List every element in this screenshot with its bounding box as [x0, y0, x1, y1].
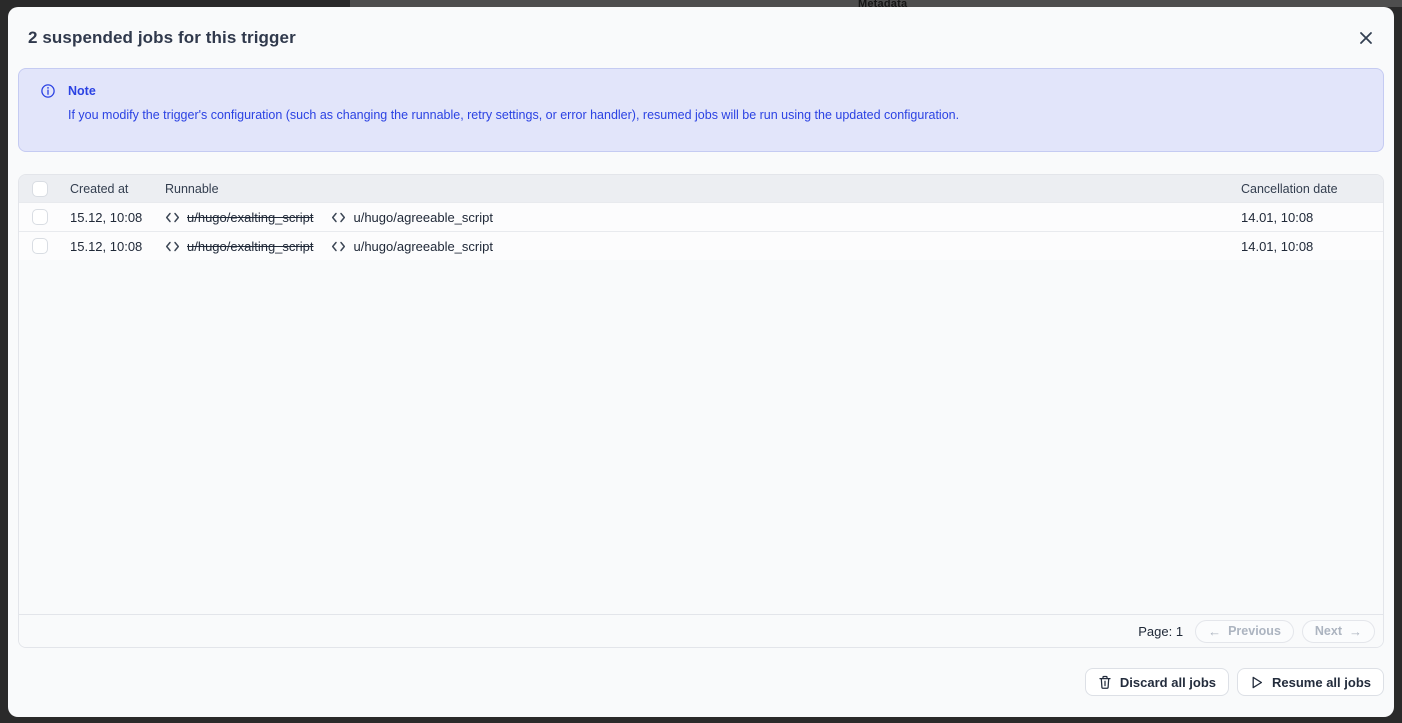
- discard-all-jobs-button[interactable]: Discard all jobs: [1085, 668, 1229, 696]
- created-at-value: 15.12, 10:08: [70, 239, 165, 254]
- row-checkbox-cell: [19, 209, 70, 225]
- row-checkbox-cell: [19, 238, 70, 254]
- note-header: Note: [41, 84, 1363, 98]
- note-body: If you modify the trigger's configuratio…: [68, 107, 1363, 124]
- suspended-jobs-table: Created at Runnable Cancellation date 15…: [18, 174, 1384, 648]
- resume-all-jobs-label: Resume all jobs: [1272, 675, 1371, 690]
- play-icon: [1250, 675, 1264, 690]
- table-row: 15.12, 10:08 u/hugo/exalting_script u/hu…: [19, 231, 1383, 260]
- runnable-new-path: u/hugo/agreeable_script: [353, 210, 493, 225]
- created-at-value: 15.12, 10:08: [70, 210, 165, 225]
- table-row: 15.12, 10:08 u/hugo/exalting_script u/hu…: [19, 202, 1383, 231]
- next-page-label: Next: [1315, 624, 1342, 638]
- row-checkbox[interactable]: [32, 238, 48, 254]
- note-title: Note: [68, 84, 96, 98]
- resume-all-jobs-button[interactable]: Resume all jobs: [1237, 668, 1384, 696]
- cancellation-date-value: 14.01, 10:08: [1241, 210, 1383, 225]
- close-button[interactable]: [1352, 24, 1380, 52]
- runnable-cell: u/hugo/exalting_script u/hugo/agreeable_…: [165, 239, 1241, 254]
- row-checkbox[interactable]: [32, 209, 48, 225]
- code-icon: [165, 211, 180, 224]
- close-icon: [1357, 29, 1375, 47]
- arrow-left-icon: ←: [1208, 625, 1221, 638]
- cancellation-date-value: 14.01, 10:08: [1241, 239, 1383, 254]
- column-header-runnable: Runnable: [165, 182, 1241, 196]
- arrow-right-icon: →: [1349, 625, 1362, 638]
- runnable-old-path: u/hugo/exalting_script: [187, 210, 313, 225]
- runnable-new-path: u/hugo/agreeable_script: [353, 239, 493, 254]
- background-app-bar: Metadata: [350, 0, 1402, 7]
- previous-page-label: Previous: [1228, 624, 1281, 638]
- runnable-old-path: u/hugo/exalting_script: [187, 239, 313, 254]
- table-header-row: Created at Runnable Cancellation date: [19, 175, 1383, 202]
- table-empty-area: [19, 260, 1383, 614]
- pagination-bar: Page: 1 ← Previous Next →: [19, 614, 1383, 647]
- modal-title: 2 suspended jobs for this trigger: [28, 28, 296, 48]
- discard-all-jobs-label: Discard all jobs: [1120, 675, 1216, 690]
- select-all-cell: [19, 181, 70, 197]
- runnable-cell: u/hugo/exalting_script u/hugo/agreeable_…: [165, 210, 1241, 225]
- modal-header: 2 suspended jobs for this trigger: [18, 7, 1384, 68]
- note-banner: Note If you modify the trigger's configu…: [18, 68, 1384, 152]
- suspended-jobs-modal: 2 suspended jobs for this trigger Note I…: [8, 7, 1394, 717]
- page-indicator: Page: 1: [1138, 624, 1183, 639]
- modal-actions: Discard all jobs Resume all jobs: [18, 668, 1384, 696]
- column-header-created-at: Created at: [70, 182, 165, 196]
- next-page-button[interactable]: Next →: [1302, 620, 1375, 643]
- code-icon: [165, 240, 180, 253]
- code-icon: [331, 240, 346, 253]
- background-tab-label: Metadata: [858, 0, 907, 7]
- previous-page-button[interactable]: ← Previous: [1195, 620, 1294, 643]
- info-icon: [41, 84, 55, 98]
- select-all-checkbox[interactable]: [32, 181, 48, 197]
- column-header-cancellation-date: Cancellation date: [1241, 182, 1383, 196]
- trash-icon: [1098, 675, 1112, 690]
- code-icon: [331, 211, 346, 224]
